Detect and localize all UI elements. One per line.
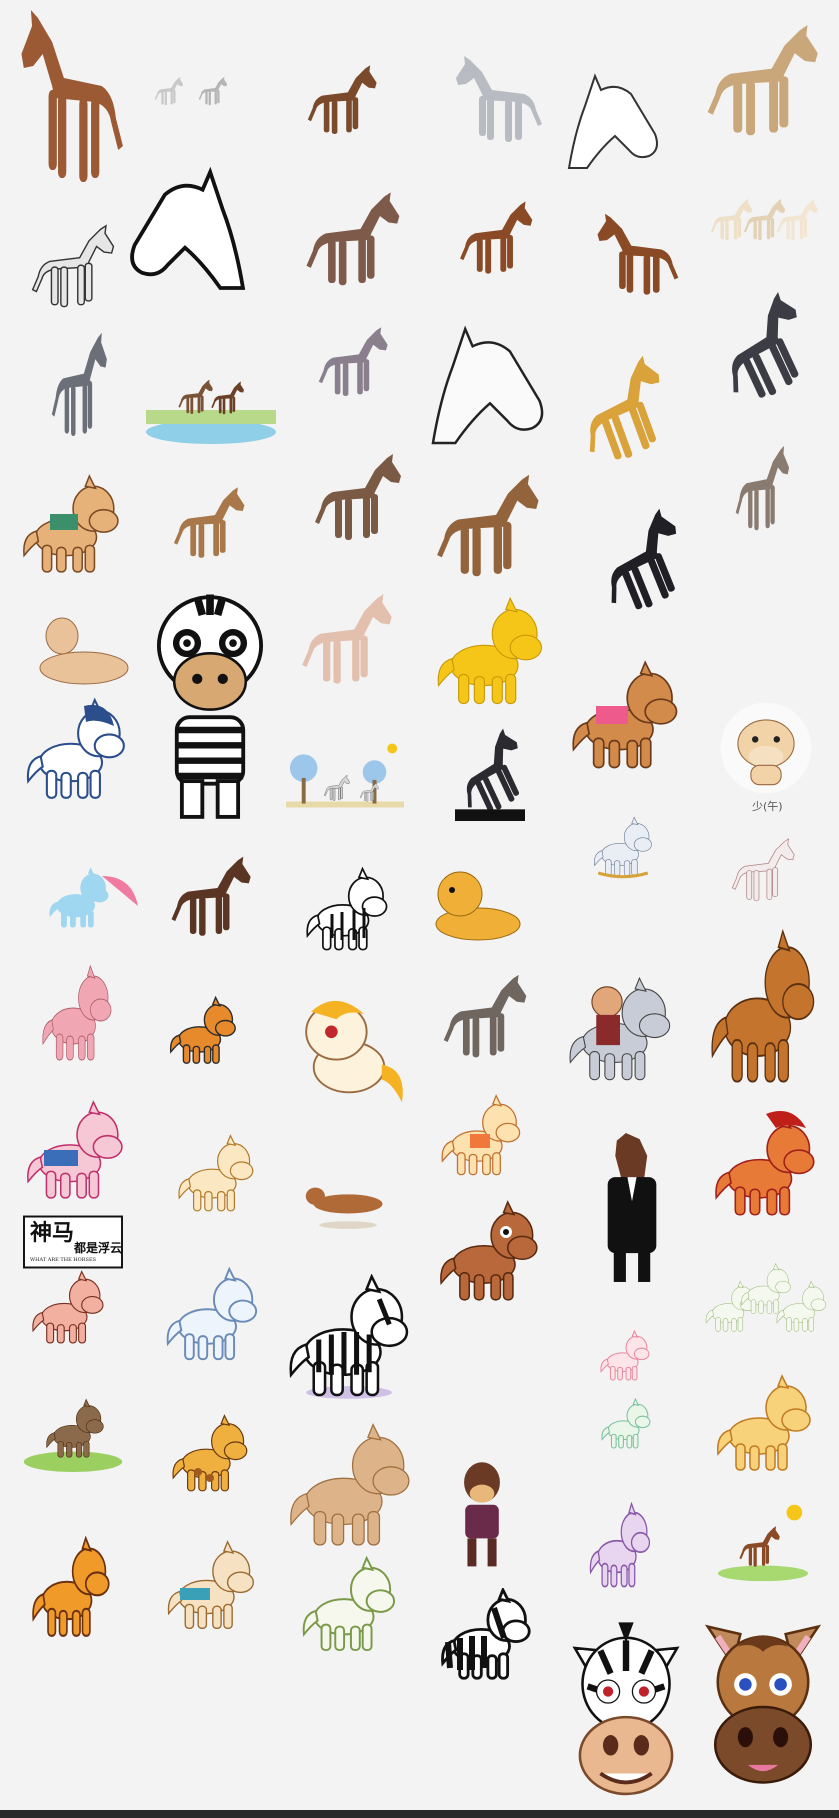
small-cartoon-horse-mint bbox=[586, 1398, 666, 1450]
cartoon-horse-lying-orange bbox=[430, 852, 548, 942]
horse-pencil-sketch bbox=[10, 222, 138, 316]
pink-horse-with-halo bbox=[22, 1270, 114, 1346]
horse-head-sketch bbox=[560, 72, 670, 172]
cartoon-donkey-face bbox=[698, 1614, 828, 1790]
shenma-logo: 神马 都是浮云 WHAT ARE THE HORSES bbox=[23, 1214, 123, 1270]
blue-sketch-zebra bbox=[164, 1266, 260, 1364]
grey-horse-leaping bbox=[314, 312, 394, 416]
cartoon-horse-big-eyes bbox=[432, 1200, 546, 1304]
wild-horse-standing bbox=[428, 470, 550, 588]
decorated-pink-carousel-horse bbox=[16, 1100, 134, 1202]
cartoon-chinese-horse-green-saddle bbox=[20, 466, 122, 584]
grey-pony-blonde-mane bbox=[438, 968, 534, 1070]
yellow-giraffe-horse-cartoon bbox=[426, 596, 554, 708]
brown-horse-galloping-photo bbox=[166, 840, 258, 958]
cartoon-foal-lying bbox=[34, 596, 130, 685]
cartoon-zebra-smiling bbox=[286, 1260, 412, 1414]
logo-small-text: WHAT ARE THE HORSES bbox=[30, 1257, 97, 1263]
cartoon-horse-red-mane-jumping bbox=[712, 1108, 818, 1224]
two-white-horses-running bbox=[150, 72, 260, 112]
horse-head-engraving bbox=[428, 316, 552, 456]
white-horse-sketch bbox=[724, 836, 804, 908]
cartoon-girl-on-flying-horse bbox=[430, 1094, 532, 1178]
smiling-orange-cartoon-horse bbox=[148, 996, 258, 1066]
cartoon-blue-mane-pony bbox=[24, 696, 128, 804]
horses-grazing-by-water bbox=[146, 362, 276, 444]
cartoon-zebra-standing bbox=[304, 862, 390, 958]
pink-curly-horse-cartoon bbox=[40, 964, 114, 1064]
saddled-brown-horse bbox=[298, 188, 410, 296]
rainbow-pony bbox=[42, 866, 138, 930]
logo-main-text: 神马 bbox=[30, 1220, 75, 1246]
brown-horse-galloping bbox=[298, 62, 388, 142]
saddled-grey-horse bbox=[732, 442, 794, 540]
carousel-horse-blue-saddle bbox=[150, 1540, 272, 1632]
green-outline-zebra bbox=[284, 1556, 414, 1654]
logo-sub-text: 都是浮云 bbox=[74, 1241, 123, 1255]
black-horse-rearing bbox=[586, 496, 688, 638]
brown-horse-trotting bbox=[300, 450, 418, 550]
golden-horse-rearing bbox=[566, 346, 672, 486]
purple-pony-waving bbox=[588, 1502, 652, 1590]
zebras-in-forest-scene bbox=[286, 738, 404, 814]
horse-on-grass-island bbox=[16, 1390, 130, 1472]
cartoon-horse-running-brown bbox=[300, 1172, 396, 1232]
grey-horse-trotting bbox=[448, 52, 548, 152]
rocking-horse-toy bbox=[592, 814, 654, 880]
chestnut-cartoon-horse-standing bbox=[708, 928, 818, 1088]
herd-of-cream-horses bbox=[708, 186, 828, 256]
ox-label: 少(午) bbox=[752, 800, 783, 813]
zebra-mascot-character bbox=[146, 592, 274, 822]
spotted-cartoon-horse bbox=[158, 1414, 262, 1494]
cartoon-zebra-face-red-eyes bbox=[562, 1620, 690, 1804]
buckskin-horse-standing bbox=[700, 18, 828, 150]
horse-sticker-sheet: 少(午) 神马 都是浮云 WHAT ARE THE HORSES bbox=[0, 0, 839, 1818]
cartoon-horse-purple-vest bbox=[454, 1456, 510, 1576]
horse-on-hill-with-sun bbox=[714, 1500, 812, 1582]
cream-pony-cartoon bbox=[176, 1124, 256, 1224]
dark-horse-rearing bbox=[712, 300, 818, 406]
brown-horse-walking-photo bbox=[12, 2, 130, 202]
cute-golden-pony-leaping bbox=[286, 984, 412, 1130]
cartoon-horse-pink-saddle bbox=[566, 660, 684, 772]
orange-pony-standing-upright bbox=[30, 1536, 112, 1640]
bottom-divider-bar bbox=[0, 1810, 839, 1818]
black-white-zebra-running bbox=[424, 1588, 548, 1682]
horse-in-tuxedo bbox=[594, 1128, 670, 1290]
herd-of-cartoon-zebras bbox=[704, 1258, 828, 1338]
yellow-horse-flying bbox=[700, 1374, 828, 1474]
przewalski-horse bbox=[156, 484, 264, 566]
chestnut-horse-running bbox=[446, 198, 548, 282]
cartoon-monkey-riding-horse bbox=[566, 972, 674, 1088]
pale-horse-watercolor bbox=[296, 590, 400, 694]
tan-cartoon-horse bbox=[286, 1422, 414, 1550]
grey-horse-standing bbox=[48, 328, 112, 448]
small-pastel-unicorn bbox=[586, 1330, 664, 1382]
bay-horse-rearing bbox=[584, 194, 678, 320]
horse-head-ink-drawing bbox=[148, 150, 274, 310]
black-horse-statue bbox=[448, 726, 532, 826]
cute-pony-face: 少(午) bbox=[712, 694, 820, 813]
